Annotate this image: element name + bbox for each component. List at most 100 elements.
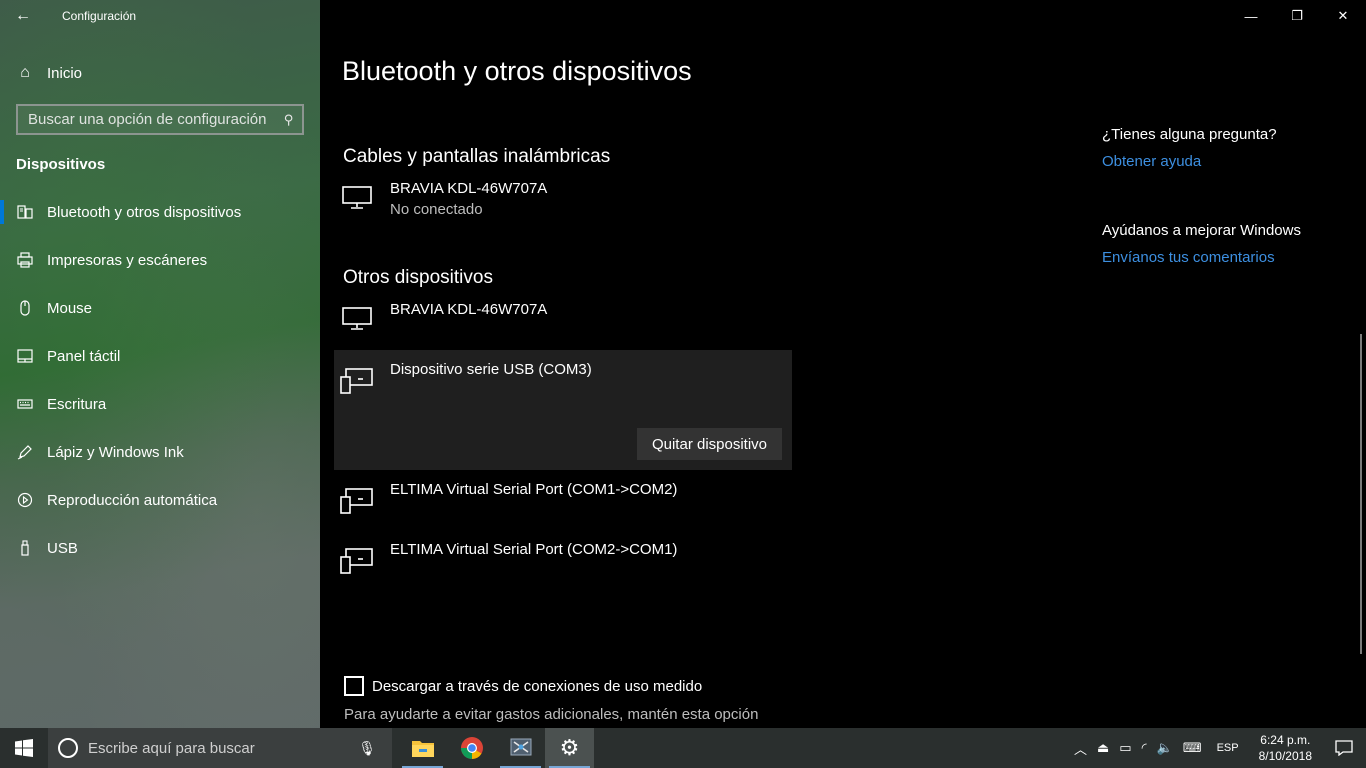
autoplay-icon (16, 491, 34, 509)
metered-download-option[interactable]: Descargar a través de conexiones de uso … (344, 676, 702, 696)
sidebar-item-label: Escritura (47, 395, 107, 413)
chrome-icon (460, 737, 483, 759)
other-device-item[interactable]: ELTIMA Virtual Serial Port (COM2->COM1) (334, 541, 792, 591)
folder-icon (411, 741, 434, 757)
printer-icon (16, 251, 34, 269)
taskbar-search-box[interactable]: Escribe aquí para buscar 🎙 (48, 728, 392, 768)
sidebar-item-typing[interactable]: Escritura (0, 380, 320, 428)
serial-device-icon (334, 361, 380, 470)
file-explorer-taskbar-button[interactable] (398, 728, 447, 768)
sidebar-item-mouse[interactable]: Mouse (0, 284, 320, 332)
input-language-indicator[interactable]: ESP (1207, 742, 1249, 754)
notification-icon (1335, 740, 1353, 756)
mouse-icon (16, 299, 34, 317)
gear-icon: ⚙ (559, 735, 580, 760)
show-hidden-icons-chevron-icon[interactable]: ︿ (1069, 739, 1092, 758)
wireless-section-heading: Cables y pantallas inalámbricas (343, 146, 611, 167)
main-content: — ❐ ✕ Bluetooth y otros dispositivos Cab… (320, 0, 1366, 728)
sidebar-item-pen[interactable]: Lápiz y Windows Ink (0, 428, 320, 476)
volume-icon[interactable]: 🔈 (1152, 740, 1178, 756)
feedback-panel: Ayúdanos a mejorar Windows Envíanos tus … (1102, 222, 1332, 266)
scrollbar[interactable] (1360, 334, 1362, 654)
serial-app-taskbar-button[interactable] (496, 728, 545, 768)
sidebar-item-label: Lápiz y Windows Ink (47, 443, 184, 461)
other-device-item[interactable]: ELTIMA Virtual Serial Port (COM1->COM2) (334, 481, 792, 531)
window-controls: — ❐ ✕ (1228, 0, 1366, 32)
back-button[interactable]: ← (0, 0, 46, 32)
microphone-icon[interactable]: 🎙 (358, 740, 376, 757)
system-tray: ︿ ⏏ ▭ ◜ 🔈 ⌨ ESP 6:24 p.m. 8/10/2018 (1069, 728, 1366, 768)
clock[interactable]: 6:24 p.m. 8/10/2018 (1249, 732, 1322, 764)
sidebar-nav: Bluetooth y otros dispositivos Impresora… (0, 188, 320, 572)
device-name: BRAVIA KDL-46W707A (390, 301, 548, 318)
usb-icon (16, 539, 34, 557)
restore-icon: ❐ (1291, 8, 1303, 23)
touch-keyboard-icon[interactable]: ⌨ (1178, 740, 1207, 756)
other-device-item[interactable]: BRAVIA KDL-46W707A (334, 301, 792, 347)
sidebar-item-label: Mouse (47, 299, 93, 317)
sidebar-item-label: Panel táctil (47, 347, 121, 365)
title-bar: ← Configuración (0, 0, 320, 32)
start-button[interactable] (0, 728, 48, 768)
settings-search-box[interactable]: ⚲ (16, 104, 304, 135)
close-icon: ✕ (1337, 8, 1349, 23)
pen-icon (16, 443, 34, 461)
sidebar-section-title: Dispositivos (16, 156, 106, 173)
metered-download-label: Descargar a través de conexiones de uso … (372, 677, 703, 695)
sidebar-item-usb[interactable]: USB (0, 524, 320, 572)
app-title: Configuración (62, 9, 137, 23)
home-label: Inicio (47, 64, 83, 82)
other-devices-heading: Otros dispositivos (343, 267, 493, 288)
taskbar: Escribe aquí para buscar 🎙 ⚙ ︿ ⏏ ▭ ◜ 🔈 ⌨… (0, 728, 1366, 768)
minimize-icon: — (1244, 8, 1258, 24)
cortana-icon (58, 738, 78, 758)
battery-icon[interactable]: ▭ (1114, 740, 1136, 756)
device-status: No conectado (390, 201, 483, 218)
device-name: Dispositivo serie USB (COM3) (390, 361, 592, 378)
close-button[interactable]: ✕ (1320, 0, 1366, 32)
sidebar-item-autoplay[interactable]: Reproducción automática (0, 476, 320, 524)
serial-device-icon (334, 481, 380, 531)
settings-search-input[interactable] (28, 111, 285, 128)
monitor-icon (334, 301, 380, 347)
other-device-item-selected[interactable]: Dispositivo serie USB (COM3) Quitar disp… (334, 350, 792, 470)
windows-logo-icon (15, 739, 33, 757)
sidebar-item-label: Bluetooth y otros dispositivos (47, 203, 242, 221)
question-heading: ¿Tienes alguna pregunta? (1102, 126, 1277, 143)
page-title: Bluetooth y otros dispositivos (342, 56, 692, 86)
sidebar-item-label: Reproducción automática (47, 491, 218, 509)
action-center-button[interactable] (1322, 740, 1366, 756)
improve-heading: Ayúdanos a mejorar Windows (1102, 222, 1301, 239)
monitor-icon (334, 180, 380, 226)
metered-download-checkbox[interactable] (344, 676, 364, 696)
wireless-device-item[interactable]: BRAVIA KDL-46W707A No conectado (334, 180, 792, 226)
minimize-button[interactable]: — (1228, 0, 1274, 32)
send-feedback-link[interactable]: Envíanos tus comentarios (1102, 249, 1332, 266)
sidebar-item-label: Impresoras y escáneres (47, 251, 208, 269)
sidebar-item-bluetooth[interactable]: Bluetooth y otros dispositivos (0, 188, 320, 236)
keyboard-icon (16, 395, 34, 413)
sidebar-item-touchpad[interactable]: Panel táctil (0, 332, 320, 380)
home-icon: ⌂ (20, 64, 30, 81)
clock-date: 8/10/2018 (1258, 749, 1312, 763)
sidebar-item-printers[interactable]: Impresoras y escáneres (0, 236, 320, 284)
search-icon[interactable]: ⚲ (284, 112, 294, 128)
get-help-link[interactable]: Obtener ayuda (1102, 153, 1332, 170)
back-arrow-icon: ← (15, 7, 31, 24)
taskbar-search-placeholder: Escribe aquí para buscar (88, 739, 255, 757)
chrome-taskbar-button[interactable] (447, 728, 496, 768)
settings-taskbar-button[interactable]: ⚙ (545, 728, 594, 768)
network-tool-icon (510, 738, 531, 756)
sidebar: ← Configuración ⌂ Inicio ⚲ Dispositivos … (0, 0, 320, 728)
wifi-icon[interactable]: ◜ (1137, 740, 1152, 756)
usb-device-tray-icon[interactable]: ⏏ (1092, 740, 1114, 756)
serial-device-icon (334, 541, 380, 591)
maximize-button[interactable]: ❐ (1274, 0, 1320, 32)
metered-download-help: Para ayudarte a evitar gastos adicionale… (344, 706, 759, 723)
device-name: ELTIMA Virtual Serial Port (COM1->COM2) (390, 481, 678, 498)
clock-time: 6:24 p.m. (1260, 733, 1311, 747)
help-panel: ¿Tienes alguna pregunta? Obtener ayuda (1102, 126, 1332, 170)
device-name: BRAVIA KDL-46W707A (390, 180, 548, 197)
home-nav-item[interactable]: ⌂ Inicio (0, 58, 320, 88)
remove-device-button[interactable]: Quitar dispositivo (637, 428, 782, 460)
